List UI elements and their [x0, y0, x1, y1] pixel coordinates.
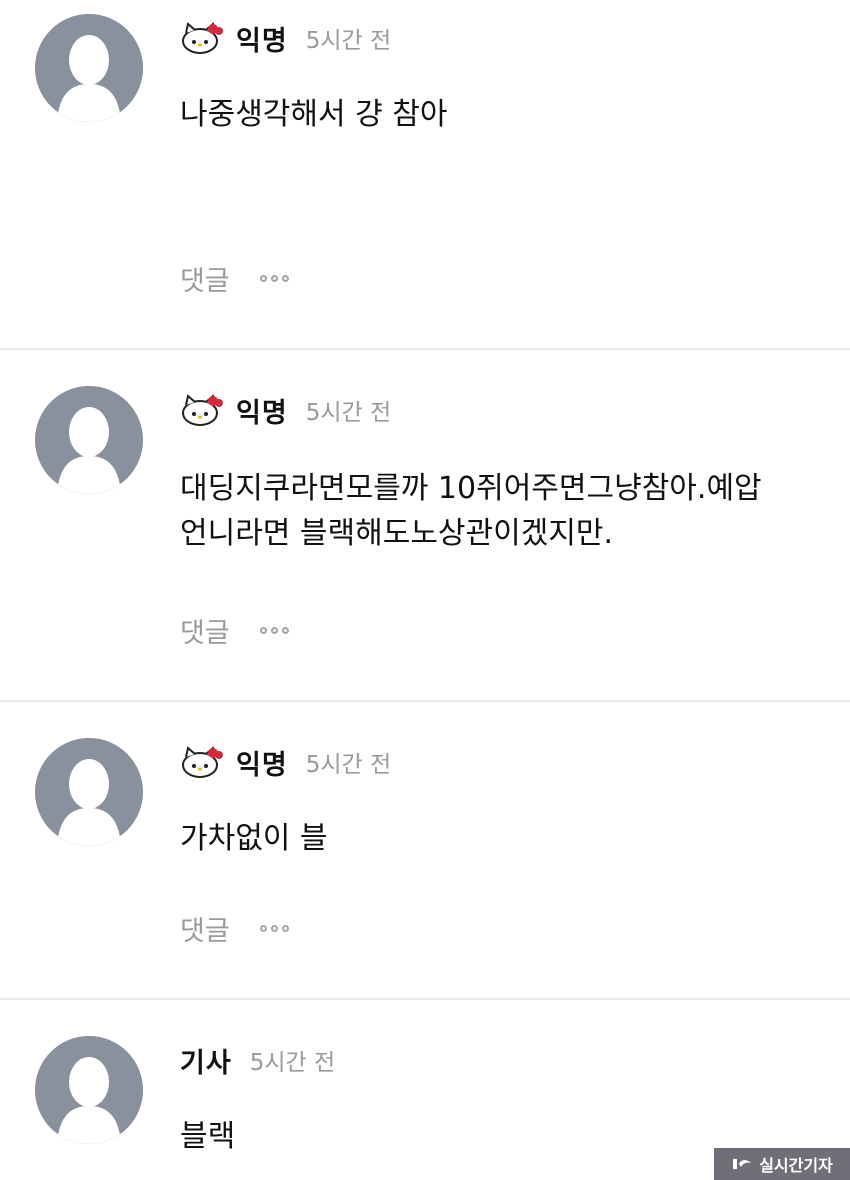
- author-name[interactable]: 익명: [236, 391, 288, 430]
- user-avatar-icon[interactable]: [35, 738, 143, 846]
- author-name[interactable]: 익명: [236, 19, 288, 58]
- more-dots-icon[interactable]: [259, 274, 289, 282]
- comment-timestamp: 5시간 전: [305, 28, 392, 54]
- comment-actions: 댓글: [180, 259, 289, 298]
- comment-divider: [0, 348, 850, 350]
- reply-button[interactable]: 댓글: [180, 909, 230, 948]
- comment-text: 나중생각해서 걍 참아: [180, 97, 448, 132]
- comment-timestamp: 5시간 전: [305, 752, 392, 778]
- reply-button[interactable]: 댓글: [180, 611, 230, 650]
- comment-actions: 댓글: [180, 909, 289, 948]
- hello-kitty-icon: [182, 746, 223, 778]
- user-avatar-icon[interactable]: [35, 1036, 143, 1144]
- watermark-label: 실시간기자: [759, 1156, 833, 1175]
- comment-divider: [0, 998, 850, 1000]
- author-name[interactable]: 익명: [236, 743, 288, 782]
- author-name[interactable]: 기사: [180, 1041, 232, 1080]
- reply-button[interactable]: 댓글: [180, 259, 230, 298]
- user-avatar-icon[interactable]: [35, 14, 143, 122]
- more-dots-icon[interactable]: [259, 924, 289, 932]
- comment-meta: 익명 5시간 전: [180, 18, 391, 58]
- comment-timestamp: 5시간 전: [249, 1050, 336, 1076]
- user-avatar-icon[interactable]: [35, 386, 143, 494]
- hello-kitty-icon: [182, 22, 223, 54]
- comment-text: 대딩지쿠라면모를까 10쥐어주면그냥참아.예압 언니라면 블랙해도노상관이겠지만…: [180, 471, 762, 551]
- comment-meta: 기사 5시간 전: [180, 1040, 335, 1080]
- watermark-badge: 실시간기자: [714, 1148, 850, 1180]
- hello-kitty-icon: [182, 394, 223, 426]
- more-dots-icon[interactable]: [259, 626, 289, 634]
- comment-actions: 댓글: [180, 611, 289, 650]
- comment-meta: 익명 5시간 전: [180, 390, 391, 430]
- comment-timestamp: 5시간 전: [305, 400, 392, 426]
- comment-text: 가차없이 블: [180, 821, 328, 856]
- comment-meta: 익명 5시간 전: [180, 742, 391, 782]
- logo-icon: [733, 1159, 752, 1169]
- comment-divider: [0, 700, 850, 702]
